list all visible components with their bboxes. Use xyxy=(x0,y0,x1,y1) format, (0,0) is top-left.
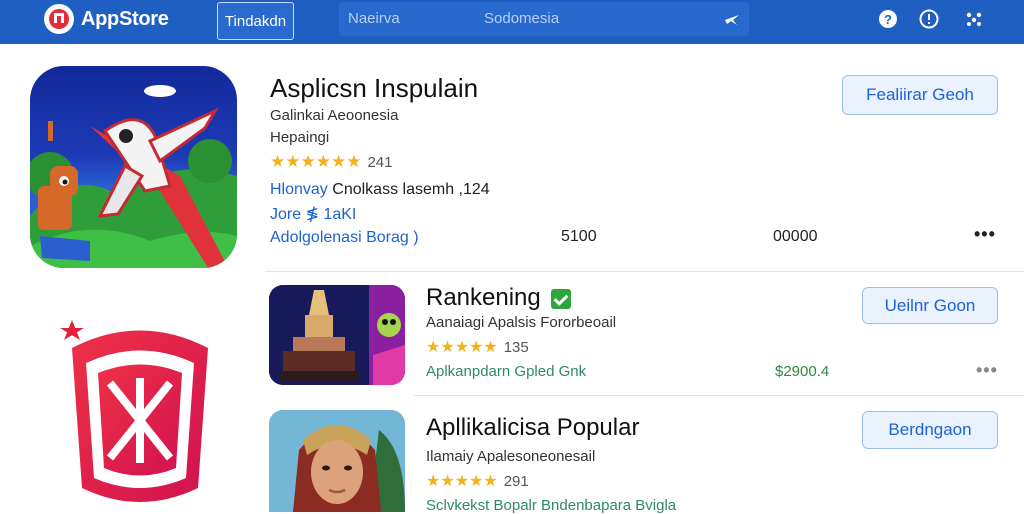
popular-get-button[interactable]: Berdngaon xyxy=(862,411,998,449)
popular-app-developer: Ilamaiy Apalesoneonesail xyxy=(426,448,596,465)
popular-app-icon[interactable] xyxy=(269,410,405,512)
verified-check-icon xyxy=(550,288,571,309)
svg-text:?: ? xyxy=(884,12,892,27)
rating-count: 291 xyxy=(503,472,529,490)
ranking-app-meta: Aplkanpdarn Gpled Gnk xyxy=(426,363,587,380)
rating-count: 241 xyxy=(367,153,393,171)
info-icon[interactable] xyxy=(919,9,939,29)
ranking-app-rating: ★★★★★ 135 xyxy=(426,337,529,357)
search-bar[interactable]: Naeirva Sodomesia xyxy=(339,2,749,36)
popular-app-title[interactable]: Apllikalicisa Popular xyxy=(426,414,639,442)
brand-name: AppStore xyxy=(81,7,169,30)
search-airplane-icon[interactable] xyxy=(724,11,740,27)
featured-app-meta-highlight[interactable]: Hlonvay xyxy=(270,181,328,198)
featured-app-link[interactable]: Adolgolenasi Borag ) xyxy=(270,229,419,247)
featured-app-meta: Hlonvay Cnolkass lasemh ,124 xyxy=(270,181,490,199)
portrait-artwork-icon xyxy=(269,410,405,512)
ranking-app-title-text[interactable]: Rankening xyxy=(426,284,541,311)
featured-app-count-2: 00000 xyxy=(773,228,818,245)
red-app-icon[interactable] xyxy=(58,318,222,508)
featured-app-count-1: 5100 xyxy=(561,228,597,245)
divider xyxy=(414,395,1024,396)
help-icon[interactable]: ? xyxy=(878,9,898,29)
ranking-more-icon[interactable]: ••• xyxy=(976,360,998,381)
top-navigation-bar: AppStore Tindakdn Naeirva Sodomesia ? xyxy=(0,0,1024,44)
featured-app-tag[interactable]: Jore ≸ 1aKI xyxy=(270,204,356,224)
settings-icon[interactable] xyxy=(964,9,984,29)
search-name-field[interactable]: Naeirva xyxy=(348,10,400,27)
rating-count: 135 xyxy=(503,338,529,356)
tab-trending[interactable]: Tindakdn xyxy=(217,2,294,40)
featured-more-icon[interactable]: ••• xyxy=(974,224,996,245)
appstore-logo-icon xyxy=(44,4,74,34)
featured-app-rating: ★★★★★★ 241 xyxy=(270,152,392,172)
rating-stars-icon: ★★★★★★ xyxy=(270,152,362,171)
brand[interactable]: AppStore xyxy=(44,4,169,34)
featured-app-meta-text: Cnolkass lasemh ,124 xyxy=(327,181,490,198)
ranking-app-price: $2900.4 xyxy=(775,363,830,380)
ranking-app-developer: Aanaiagi Apalsis Fororbeoail xyxy=(426,314,617,331)
popular-app-meta: Sclvkekst Bopalr Bndenbapara Bvigla xyxy=(426,497,677,514)
search-region-field[interactable]: Sodomesia xyxy=(484,10,559,27)
popular-app-rating: ★★★★★ 291 xyxy=(426,471,529,491)
ranking-app-title[interactable]: Rankening xyxy=(426,284,571,312)
divider xyxy=(265,271,1024,272)
airplane-game-artwork-icon xyxy=(30,85,237,268)
rating-stars-icon: ★★★★★ xyxy=(426,339,498,356)
featured-app-category: Hepaingi xyxy=(270,129,330,146)
temple-artwork-icon xyxy=(269,285,405,385)
featured-app-icon[interactable] xyxy=(30,66,237,268)
featured-get-button[interactable]: Fealiirar Geoh xyxy=(842,75,998,115)
rating-stars-icon: ★★★★★ xyxy=(426,473,498,490)
ranking-app-icon[interactable] xyxy=(269,285,405,385)
ranking-get-button[interactable]: Ueilnr Goon xyxy=(862,287,998,324)
featured-app-title[interactable]: Asplicsn Inspulain xyxy=(270,73,478,104)
featured-app-developer: Galinkai Aeoonesia xyxy=(270,107,399,124)
